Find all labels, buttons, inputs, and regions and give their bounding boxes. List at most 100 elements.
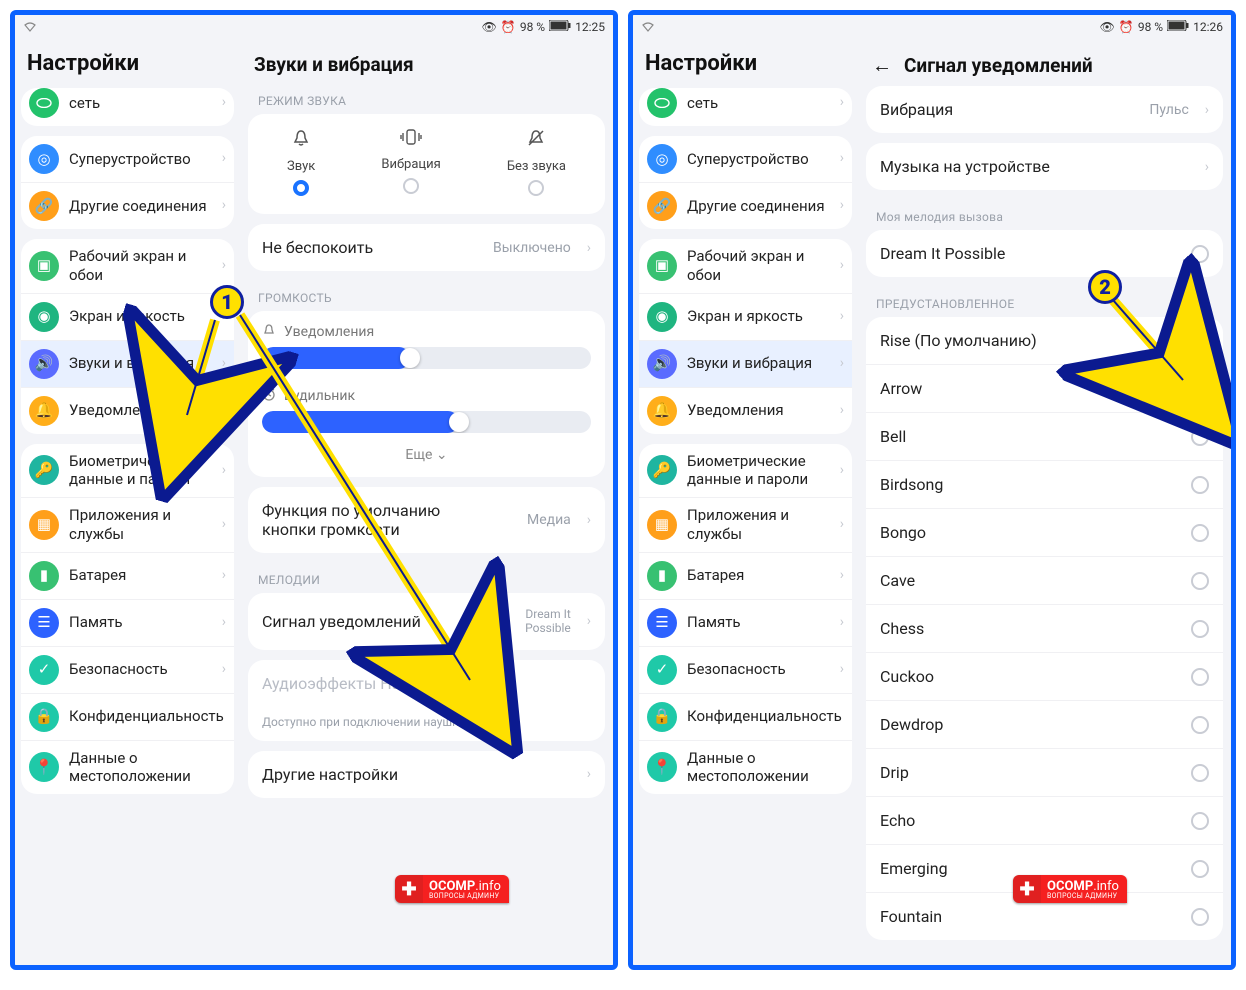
sidebar-item-battery[interactable]: ▮ Батарея › [21,552,234,599]
sidebar-item-location[interactable]: 📍 Данные о местоположении [21,740,234,795]
sound-mode-label: РЕЖИМ ЗВУКА [248,84,605,114]
sidebar-item-other-connections[interactable]: 🔗Другие соединения› [639,182,852,229]
notification-sound-panel: ← Сигнал уведомлений Вибрация Пульс › Му… [858,39,1231,965]
battery-icon: ▮ [647,561,677,591]
sidebar-item-superdevice[interactable]: ◎ Суперустройство › [21,136,234,182]
preset-label: Bongo [880,523,926,542]
shield-icon: ✓ [647,655,677,685]
sidebar-item-apps[interactable]: ▦ Приложения и службы › [21,497,234,552]
mode-sound[interactable]: Звук [287,128,315,196]
sidebar-item-location[interactable]: 📍Данные о местоположении [639,740,852,795]
location-icon: 📍 [647,752,677,782]
sidebar-item-privacy[interactable]: 🔒Конфиденциальность› [639,693,852,740]
sidebar-item-apps[interactable]: ▦Приложения и службы› [639,497,852,552]
chevron-right-icon: › [222,257,226,275]
radio[interactable] [1191,668,1209,686]
radio[interactable] [1191,428,1209,446]
sidebar-item-sounds[interactable]: 🔊 Звуки и вибрация › [21,340,234,387]
preset-label: Arrow [880,379,922,398]
sidebar-item-biometrics[interactable]: 🔑Биометрические данные и пароли› [639,444,852,498]
preset-item[interactable]: Echo [866,796,1223,844]
alarm-icon: ⏰ [501,20,516,34]
mode-silent[interactable]: Без звука [507,128,566,196]
radio[interactable] [1191,716,1209,734]
link-icon: 🔗 [29,191,59,221]
vibration-row[interactable]: Вибрация Пульс › [866,86,1223,133]
sidebar-item-storage[interactable]: ☰ Память › [21,599,234,646]
other-settings-row[interactable]: Другие настройки › [248,751,605,798]
watermark-badge: ✚ OCOMP.info ВОПРОСЫ АДМИНУ [395,875,509,903]
sidebar-item-network[interactable]: сеть › [21,88,234,126]
radio [403,178,419,194]
sidebar-item-notifications[interactable]: 🔔Уведомления› [639,387,852,434]
volume-button-default-row[interactable]: Функция по умолчанию кнопки громкости Ме… [248,487,605,553]
radio[interactable] [1191,524,1209,542]
screenshot-right: 👁 ⏰ 98 % 12:26 Настройки сеть› ◎Суперуст… [628,10,1236,970]
radio[interactable] [1191,908,1209,926]
sidebar-item-home-wallpaper[interactable]: ▣Рабочий экран и обои› [639,239,852,293]
sidebar-item-home-wallpaper[interactable]: ▣ Рабочий экран и обои › [21,239,234,293]
eye-icon: 👁 [482,20,497,34]
alarm-small-icon [262,387,276,405]
sidebar-item-storage[interactable]: ☰Память› [639,599,852,646]
radio[interactable] [1191,860,1209,878]
preset-item[interactable]: Chess [866,604,1223,652]
radio[interactable] [1191,812,1209,830]
alarm-icon: ⏰ [1119,20,1134,34]
preset-item[interactable]: Bongo [866,508,1223,556]
mode-vibrate[interactable]: Вибрация [381,128,440,196]
preset-item[interactable]: Cave [866,556,1223,604]
apps-icon: ▦ [29,510,59,540]
sidebar-item-battery[interactable]: ▮Батарея› [639,552,852,599]
sidebar-item-network[interactable]: сеть› [639,88,852,126]
preset-item[interactable]: Bell [866,412,1223,460]
preset-item[interactable]: Rise (По умолчанию) [866,317,1223,364]
wifi-icon [23,20,37,35]
volume-label: ГРОМКОСТЬ [248,281,605,311]
my-ringtone-item[interactable]: Dream It Possible [866,230,1223,277]
preset-item[interactable]: Drip [866,748,1223,796]
preset-label: Drip [880,763,909,782]
wifi-icon [641,20,655,35]
radio[interactable] [1191,764,1209,782]
volume-more[interactable]: Еще ⌄ [248,439,605,477]
sidebar-item-sounds[interactable]: 🔊Звуки и вибрация› [639,340,852,387]
bell-off-icon [526,128,546,153]
sidebar-item-display[interactable]: ◉ Экран и яркость › [21,293,234,340]
sidebar-item-security[interactable]: ✓Безопасность› [639,646,852,693]
radio[interactable] [1191,332,1209,350]
sidebar-item-other-connections[interactable]: 🔗 Другие соединения › [21,182,234,229]
radio[interactable] [1191,572,1209,590]
notification-sound-row[interactable]: Сигнал уведомлений Dream It Possible › [248,593,605,650]
back-button[interactable]: ← [872,53,892,78]
chevron-right-icon: › [840,355,844,373]
sidebar-item-privacy[interactable]: 🔒 Конфиденциальность › [21,693,234,740]
volume-notif-slider[interactable] [248,347,605,375]
chevron-right-icon: › [222,614,226,632]
radio[interactable] [1191,245,1209,263]
preset-label: Birdsong [880,475,943,494]
radio[interactable] [1191,380,1209,398]
status-bar: 👁 ⏰ 98 % 12:26 [633,15,1231,39]
radio [528,180,544,196]
sidebar-item-biometrics[interactable]: 🔑 Биометрические данные и пароли › [21,444,234,498]
sidebar-item-superdevice[interactable]: ◎Суперустройство› [639,136,852,182]
preset-item[interactable]: Cuckoo [866,652,1223,700]
settings-sidebar: Настройки сеть › ◎ [15,39,240,965]
status-bar: 👁 ⏰ 98 % 12:25 [15,15,613,39]
volume-alarm-slider[interactable] [248,411,605,439]
radio[interactable] [1191,620,1209,638]
eye-icon: ◉ [29,302,59,332]
plus-icon: ✚ [1013,875,1041,903]
preset-item[interactable]: Birdsong [866,460,1223,508]
sidebar-item-display[interactable]: ◉Экран и яркость› [639,293,852,340]
globe-icon [647,88,677,118]
radio[interactable] [1191,476,1209,494]
sidebar-item-security[interactable]: ✓ Безопасность › [21,646,234,693]
sidebar-item-notifications[interactable]: 🔔 Уведомления › [21,387,234,434]
annotation-marker-2: 2 [1088,270,1122,304]
do-not-disturb-row[interactable]: Не беспокоить Выключено › [248,224,605,271]
preset-item[interactable]: Arrow [866,364,1223,412]
music-on-device-row[interactable]: Музыка на устройстве › [866,143,1223,190]
preset-item[interactable]: Dewdrop [866,700,1223,748]
